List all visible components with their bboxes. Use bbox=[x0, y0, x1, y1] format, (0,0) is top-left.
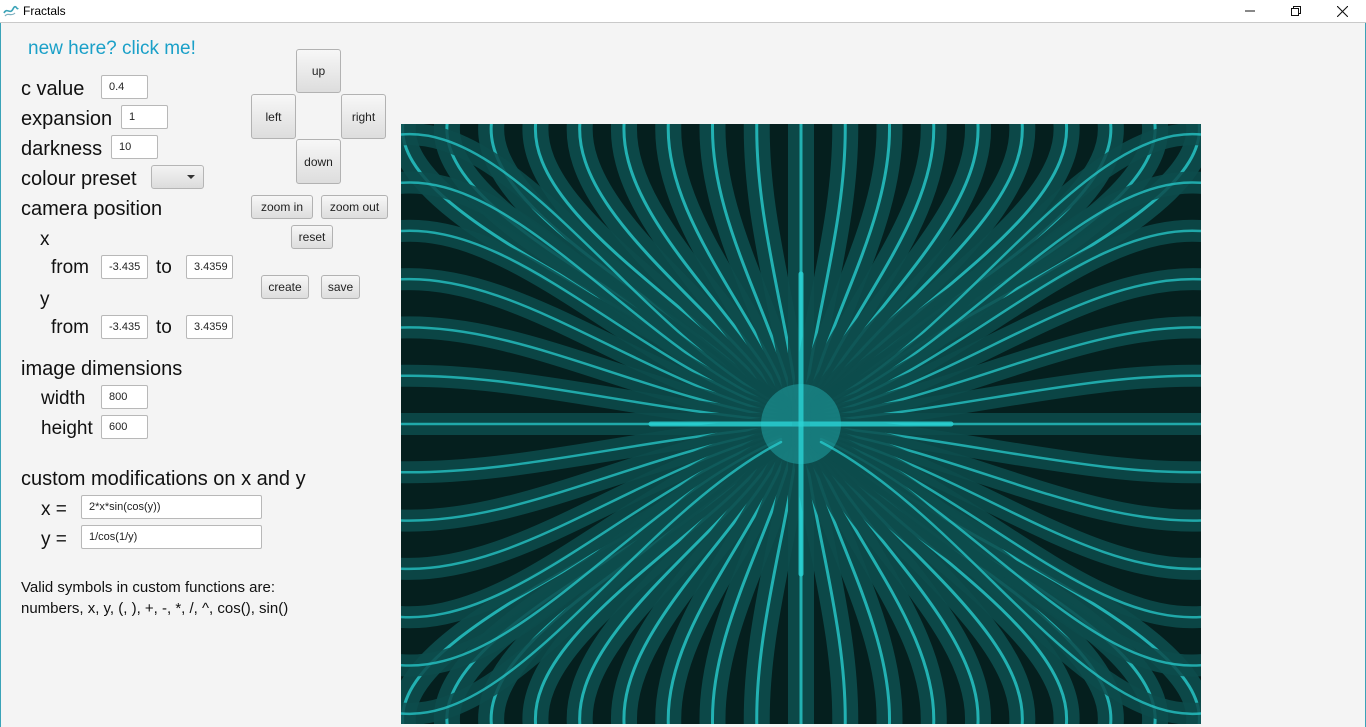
fractal-image bbox=[401, 124, 1201, 724]
colour-preset-label: colour preset bbox=[21, 168, 137, 190]
camera-x-from-field[interactable]: -3.435 bbox=[101, 255, 148, 279]
valid-symbols-note: Valid symbols in custom functions are: n… bbox=[21, 577, 288, 619]
c-value-label: c value bbox=[21, 78, 85, 100]
camera-y-to-label: to bbox=[156, 317, 172, 338]
help-link[interactable]: new here? click me! bbox=[28, 38, 196, 60]
camera-y-from-label: from bbox=[51, 317, 89, 338]
colour-preset-dropdown[interactable] bbox=[151, 165, 204, 189]
custom-y-label: y = bbox=[41, 529, 67, 550]
height-label: height bbox=[41, 418, 93, 439]
image-dimensions-label: image dimensions bbox=[21, 358, 183, 380]
custom-x-label: x = bbox=[41, 499, 67, 520]
title-bar: Fractals bbox=[0, 0, 1366, 23]
height-field[interactable]: 600 bbox=[101, 415, 148, 439]
width-label: width bbox=[41, 388, 86, 409]
darkness-field[interactable]: 10 bbox=[111, 135, 158, 159]
camera-y-label: y bbox=[40, 289, 50, 310]
camera-x-to-field[interactable]: 3.4359 bbox=[186, 255, 233, 279]
valid-symbols-line-2: numbers, x, y, (, ), +, -, *, /, ^, cos(… bbox=[21, 600, 289, 617]
save-button[interactable]: save bbox=[321, 275, 360, 299]
camera-y-from-field[interactable]: -3.435 bbox=[101, 315, 148, 339]
zoom-in-button[interactable]: zoom in bbox=[251, 195, 313, 219]
minimize-icon bbox=[1245, 10, 1255, 12]
chevron-down-icon bbox=[187, 175, 195, 179]
custom-x-field[interactable]: 2*x*sin(cos(y)) bbox=[81, 495, 262, 519]
close-button[interactable] bbox=[1319, 0, 1365, 22]
reset-button[interactable]: reset bbox=[291, 225, 333, 249]
camera-x-to-label: to bbox=[156, 257, 172, 278]
camera-position-label: camera position bbox=[21, 198, 163, 220]
camera-x-label: x bbox=[40, 229, 50, 250]
fractal-app-icon bbox=[3, 5, 19, 17]
create-button[interactable]: create bbox=[261, 275, 309, 299]
darkness-label: darkness bbox=[21, 138, 103, 160]
pan-left-button[interactable]: left bbox=[251, 94, 296, 139]
expansion-label: expansion bbox=[21, 108, 113, 130]
pan-right-button[interactable]: right bbox=[341, 94, 386, 139]
width-field[interactable]: 800 bbox=[101, 385, 148, 409]
custom-y-field[interactable]: 1/cos(1/y) bbox=[81, 525, 262, 549]
custom-modifications-label: custom modifications on x and y bbox=[21, 468, 306, 490]
fractal-canvas bbox=[401, 124, 1201, 724]
window-title: Fractals bbox=[23, 4, 66, 18]
camera-y-to-field[interactable]: 3.4359 bbox=[186, 315, 233, 339]
valid-symbols-line-1: Valid symbols in custom functions are: bbox=[21, 579, 275, 596]
pan-down-button[interactable]: down bbox=[296, 139, 341, 184]
camera-x-from-label: from bbox=[51, 257, 89, 278]
restore-icon bbox=[1291, 6, 1301, 16]
close-icon bbox=[1336, 5, 1348, 17]
expansion-field[interactable]: 1 bbox=[121, 105, 168, 129]
c-value-field[interactable]: 0.4 bbox=[101, 75, 148, 99]
restore-button[interactable] bbox=[1273, 0, 1319, 22]
zoom-out-button[interactable]: zoom out bbox=[321, 195, 388, 219]
fractal-center bbox=[761, 384, 841, 464]
pan-up-button[interactable]: up bbox=[296, 49, 341, 93]
minimize-button[interactable] bbox=[1227, 0, 1273, 22]
